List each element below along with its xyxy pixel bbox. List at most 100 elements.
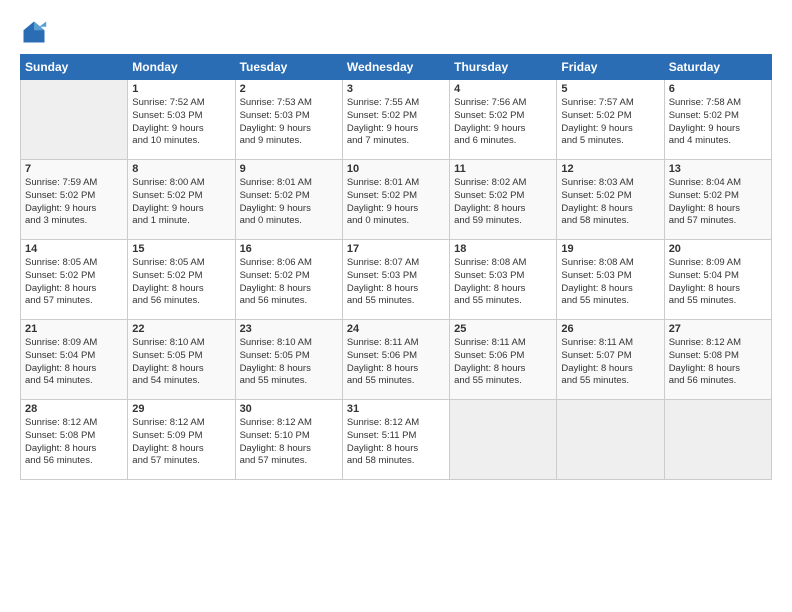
day-cell: 30Sunrise: 8:12 AMSunset: 5:10 PMDayligh… — [235, 400, 342, 480]
cell-line: Sunset: 5:02 PM — [454, 110, 552, 123]
cell-line: Sunrise: 7:58 AM — [669, 97, 767, 110]
cell-line: Sunset: 5:02 PM — [25, 270, 123, 283]
cell-line: Sunrise: 8:12 AM — [25, 417, 123, 430]
day-number: 15 — [132, 243, 230, 255]
cell-line: Sunset: 5:08 PM — [669, 350, 767, 363]
cell-line: Daylight: 8 hours — [347, 283, 445, 296]
cell-line: Sunrise: 8:01 AM — [240, 177, 338, 190]
cell-line: Sunset: 5:03 PM — [454, 270, 552, 283]
cell-line: Daylight: 8 hours — [561, 203, 659, 216]
cell-line: Sunrise: 8:10 AM — [132, 337, 230, 350]
cell-line: Sunset: 5:02 PM — [669, 190, 767, 203]
cell-line: Sunset: 5:08 PM — [25, 430, 123, 443]
cell-line: Daylight: 8 hours — [25, 363, 123, 376]
cell-line: Sunrise: 7:55 AM — [347, 97, 445, 110]
cell-line: Sunrise: 8:06 AM — [240, 257, 338, 270]
cell-line: Daylight: 9 hours — [561, 123, 659, 136]
cell-line: Sunrise: 7:56 AM — [454, 97, 552, 110]
day-cell — [450, 400, 557, 480]
cell-line: Sunset: 5:03 PM — [561, 270, 659, 283]
cell-line: Sunrise: 8:12 AM — [132, 417, 230, 430]
day-number: 12 — [561, 163, 659, 175]
cell-line: Sunrise: 8:07 AM — [347, 257, 445, 270]
header-cell-monday: Monday — [128, 55, 235, 80]
cell-line: and 56 minutes. — [25, 455, 123, 468]
day-cell: 2Sunrise: 7:53 AMSunset: 5:03 PMDaylight… — [235, 80, 342, 160]
cell-line: and 55 minutes. — [561, 295, 659, 308]
cell-line: and 57 minutes. — [669, 215, 767, 228]
day-number: 8 — [132, 163, 230, 175]
day-number: 27 — [669, 323, 767, 335]
header-cell-saturday: Saturday — [664, 55, 771, 80]
cell-line: Sunset: 5:02 PM — [561, 190, 659, 203]
cell-line: and 55 minutes. — [347, 375, 445, 388]
cell-line: and 58 minutes. — [561, 215, 659, 228]
cell-line: Sunrise: 7:57 AM — [561, 97, 659, 110]
cell-line: Sunrise: 8:09 AM — [25, 337, 123, 350]
day-cell: 25Sunrise: 8:11 AMSunset: 5:06 PMDayligh… — [450, 320, 557, 400]
cell-line: and 3 minutes. — [25, 215, 123, 228]
day-cell: 9Sunrise: 8:01 AMSunset: 5:02 PMDaylight… — [235, 160, 342, 240]
cell-line: Sunrise: 8:00 AM — [132, 177, 230, 190]
cell-line: Sunrise: 7:52 AM — [132, 97, 230, 110]
day-number: 11 — [454, 163, 552, 175]
cell-line: Daylight: 8 hours — [132, 363, 230, 376]
cell-line: and 1 minute. — [132, 215, 230, 228]
day-number: 17 — [347, 243, 445, 255]
cell-line: and 57 minutes. — [240, 455, 338, 468]
week-row-2: 7Sunrise: 7:59 AMSunset: 5:02 PMDaylight… — [21, 160, 772, 240]
cell-line: Daylight: 8 hours — [561, 363, 659, 376]
day-number: 22 — [132, 323, 230, 335]
day-number: 5 — [561, 83, 659, 95]
cell-line: Daylight: 8 hours — [669, 283, 767, 296]
cell-line: Sunset: 5:04 PM — [669, 270, 767, 283]
cell-line: Daylight: 9 hours — [669, 123, 767, 136]
cell-line: Daylight: 9 hours — [25, 203, 123, 216]
cell-line: Daylight: 8 hours — [25, 443, 123, 456]
cell-line: Sunset: 5:05 PM — [240, 350, 338, 363]
cell-line: and 56 minutes. — [669, 375, 767, 388]
day-cell: 29Sunrise: 8:12 AMSunset: 5:09 PMDayligh… — [128, 400, 235, 480]
day-cell: 16Sunrise: 8:06 AMSunset: 5:02 PMDayligh… — [235, 240, 342, 320]
cell-line: and 7 minutes. — [347, 135, 445, 148]
cell-line: and 9 minutes. — [240, 135, 338, 148]
day-cell: 21Sunrise: 8:09 AMSunset: 5:04 PMDayligh… — [21, 320, 128, 400]
cell-line: Daylight: 8 hours — [454, 203, 552, 216]
cell-line: and 56 minutes. — [240, 295, 338, 308]
day-cell: 20Sunrise: 8:09 AMSunset: 5:04 PMDayligh… — [664, 240, 771, 320]
day-number: 30 — [240, 403, 338, 415]
cell-line: Daylight: 8 hours — [132, 443, 230, 456]
header — [20, 18, 772, 46]
cell-line: Sunrise: 7:59 AM — [25, 177, 123, 190]
cell-line: Sunset: 5:02 PM — [561, 110, 659, 123]
cell-line: Daylight: 8 hours — [25, 283, 123, 296]
cell-line: Sunrise: 8:02 AM — [454, 177, 552, 190]
day-number: 25 — [454, 323, 552, 335]
cell-line: Sunrise: 8:12 AM — [240, 417, 338, 430]
cell-line: Sunset: 5:04 PM — [25, 350, 123, 363]
cell-line: Daylight: 9 hours — [132, 203, 230, 216]
header-row: SundayMondayTuesdayWednesdayThursdayFrid… — [21, 55, 772, 80]
cell-line: Sunrise: 8:11 AM — [347, 337, 445, 350]
cell-line: Sunset: 5:02 PM — [25, 190, 123, 203]
cell-line: Sunrise: 8:12 AM — [669, 337, 767, 350]
day-cell: 7 Sunrise: 7:59 AMSunset: 5:02 PMDaylight… — [21, 160, 128, 240]
header-cell-tuesday: Tuesday — [235, 55, 342, 80]
cell-line: Daylight: 8 hours — [347, 363, 445, 376]
day-number: 18 — [454, 243, 552, 255]
cell-line: and 0 minutes. — [347, 215, 445, 228]
cell-line: Daylight: 9 hours — [240, 203, 338, 216]
day-number: 7 — [25, 163, 123, 175]
day-cell: 14Sunrise: 8:05 AMSunset: 5:02 PMDayligh… — [21, 240, 128, 320]
day-cell: 6Sunrise: 7:58 AMSunset: 5:02 PMDaylight… — [664, 80, 771, 160]
day-number: 6 — [669, 83, 767, 95]
cell-line: and 55 minutes. — [240, 375, 338, 388]
week-row-3: 14Sunrise: 8:05 AMSunset: 5:02 PMDayligh… — [21, 240, 772, 320]
day-number: 31 — [347, 403, 445, 415]
cell-line: Sunrise: 8:11 AM — [454, 337, 552, 350]
day-cell: 15Sunrise: 8:05 AMSunset: 5:02 PMDayligh… — [128, 240, 235, 320]
day-cell: 31Sunrise: 8:12 AMSunset: 5:11 PMDayligh… — [342, 400, 449, 480]
day-cell: 4Sunrise: 7:56 AMSunset: 5:02 PMDaylight… — [450, 80, 557, 160]
day-number: 14 — [25, 243, 123, 255]
day-cell: 17Sunrise: 8:07 AMSunset: 5:03 PMDayligh… — [342, 240, 449, 320]
